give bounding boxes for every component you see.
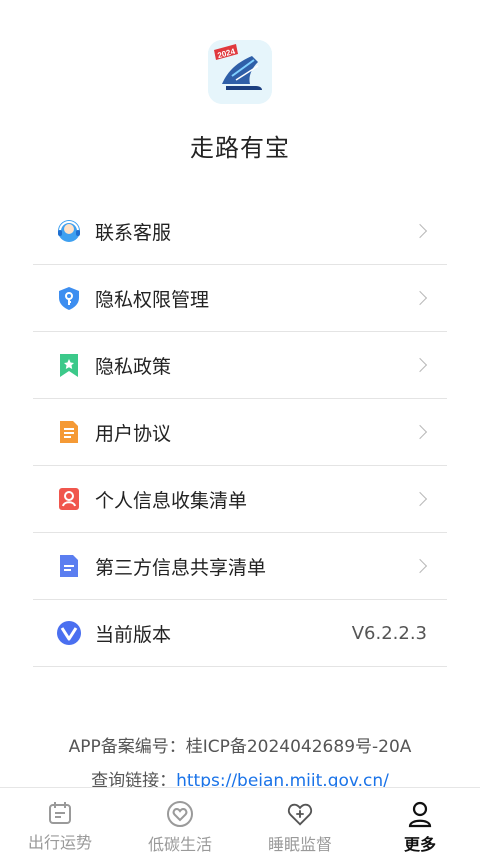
tab-travel-fortune[interactable]: 出行运势 xyxy=(0,788,120,853)
chevron-right-icon xyxy=(412,357,428,373)
menu-item-current-version[interactable]: 当前版本 V6.2.2.3 xyxy=(33,600,447,667)
customer-service-icon xyxy=(55,217,83,245)
tab-label: 出行运势 xyxy=(27,833,92,852)
menu-item-label: 第三方信息共享清单 xyxy=(95,556,267,579)
bottom-tab-bar: 出行运势 低碳生活 睡眠监督 更多 xyxy=(0,787,480,853)
version-v-icon xyxy=(55,619,83,647)
tab-more[interactable]: 更多 xyxy=(360,788,480,853)
menu-item-personal-info-list[interactable]: 个人信息收集清单 xyxy=(33,466,447,533)
menu-item-label: 个人信息收集清单 xyxy=(95,489,248,512)
running-shoe-logo-icon: 2024 xyxy=(208,40,272,104)
chevron-right-icon xyxy=(412,558,428,574)
menu-item-privacy-permissions[interactable]: 隐私权限管理 xyxy=(33,265,447,332)
person-card-icon xyxy=(55,485,83,513)
tab-sleep-monitor[interactable]: 睡眠监督 xyxy=(240,788,360,853)
menu-item-privacy-policy[interactable]: 隐私政策 xyxy=(33,332,447,399)
tab-label: 睡眠监督 xyxy=(267,835,332,853)
menu-item-label: 隐私政策 xyxy=(95,355,172,378)
file-list-icon xyxy=(55,552,83,580)
app-logo: 2024 xyxy=(208,40,272,104)
chevron-right-icon xyxy=(412,223,428,239)
settings-menu: 联系客服 隐私权限管理 隐私政策 用户协议 个人信息收集清单 第三方信息共享清单… xyxy=(33,198,447,667)
bookmark-star-icon xyxy=(55,351,83,379)
chevron-right-icon xyxy=(412,491,428,507)
app-name: 走路有宝 xyxy=(190,134,290,162)
menu-item-label: 当前版本 xyxy=(95,623,172,646)
version-value: V6.2.2.3 xyxy=(351,622,427,644)
menu-item-label: 联系客服 xyxy=(95,221,172,244)
tab-low-carbon[interactable]: 低碳生活 xyxy=(120,788,240,853)
icp-record: APP备案编号：桂ICP备2024042689号-20A xyxy=(68,737,412,757)
menu-item-customer-service[interactable]: 联系客服 xyxy=(33,198,447,265)
tab-label: 更多 xyxy=(403,835,436,853)
heart-plus-icon xyxy=(286,800,314,828)
shield-key-icon xyxy=(55,284,83,312)
document-icon xyxy=(55,418,83,446)
tab-label: 低碳生活 xyxy=(147,835,212,853)
chevron-right-icon xyxy=(412,424,428,440)
heart-circle-icon xyxy=(166,800,194,828)
chevron-right-icon xyxy=(412,290,428,306)
menu-item-label: 隐私权限管理 xyxy=(95,288,210,311)
menu-item-label: 用户协议 xyxy=(95,422,172,445)
menu-item-user-agreement[interactable]: 用户协议 xyxy=(33,399,447,466)
menu-item-third-party-sharing[interactable]: 第三方信息共享清单 xyxy=(33,533,447,600)
person-icon xyxy=(406,800,434,828)
calendar-icon xyxy=(46,800,74,826)
